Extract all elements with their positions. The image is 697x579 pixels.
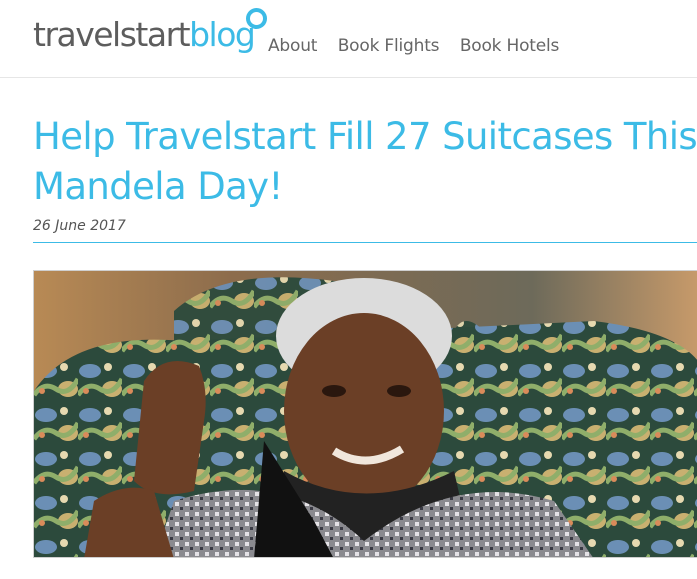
site-logo[interactable]: travelstartblog	[33, 10, 256, 60]
nav-book-hotels-link[interactable]: Book Hotels	[460, 36, 560, 56]
post-title[interactable]: Help Travelstart Fill 27 Suitcases This …	[33, 112, 697, 212]
logo-ring-icon	[246, 8, 267, 29]
logo-text-travelstart: travelstart	[33, 15, 191, 54]
logo-text-blog: blog	[189, 15, 256, 54]
featured-image[interactable]	[33, 270, 697, 558]
nav-about-link[interactable]: About	[268, 36, 317, 56]
title-divider	[33, 242, 697, 243]
nav-book-flights-link[interactable]: Book Flights	[338, 36, 440, 56]
main-nav: About Book Flights Book Hotels	[268, 36, 575, 56]
site-header: travelstartblog About Book Flights Book …	[0, 0, 697, 78]
post-date: 26 June 2017	[33, 218, 126, 234]
featured-photo	[34, 271, 697, 557]
